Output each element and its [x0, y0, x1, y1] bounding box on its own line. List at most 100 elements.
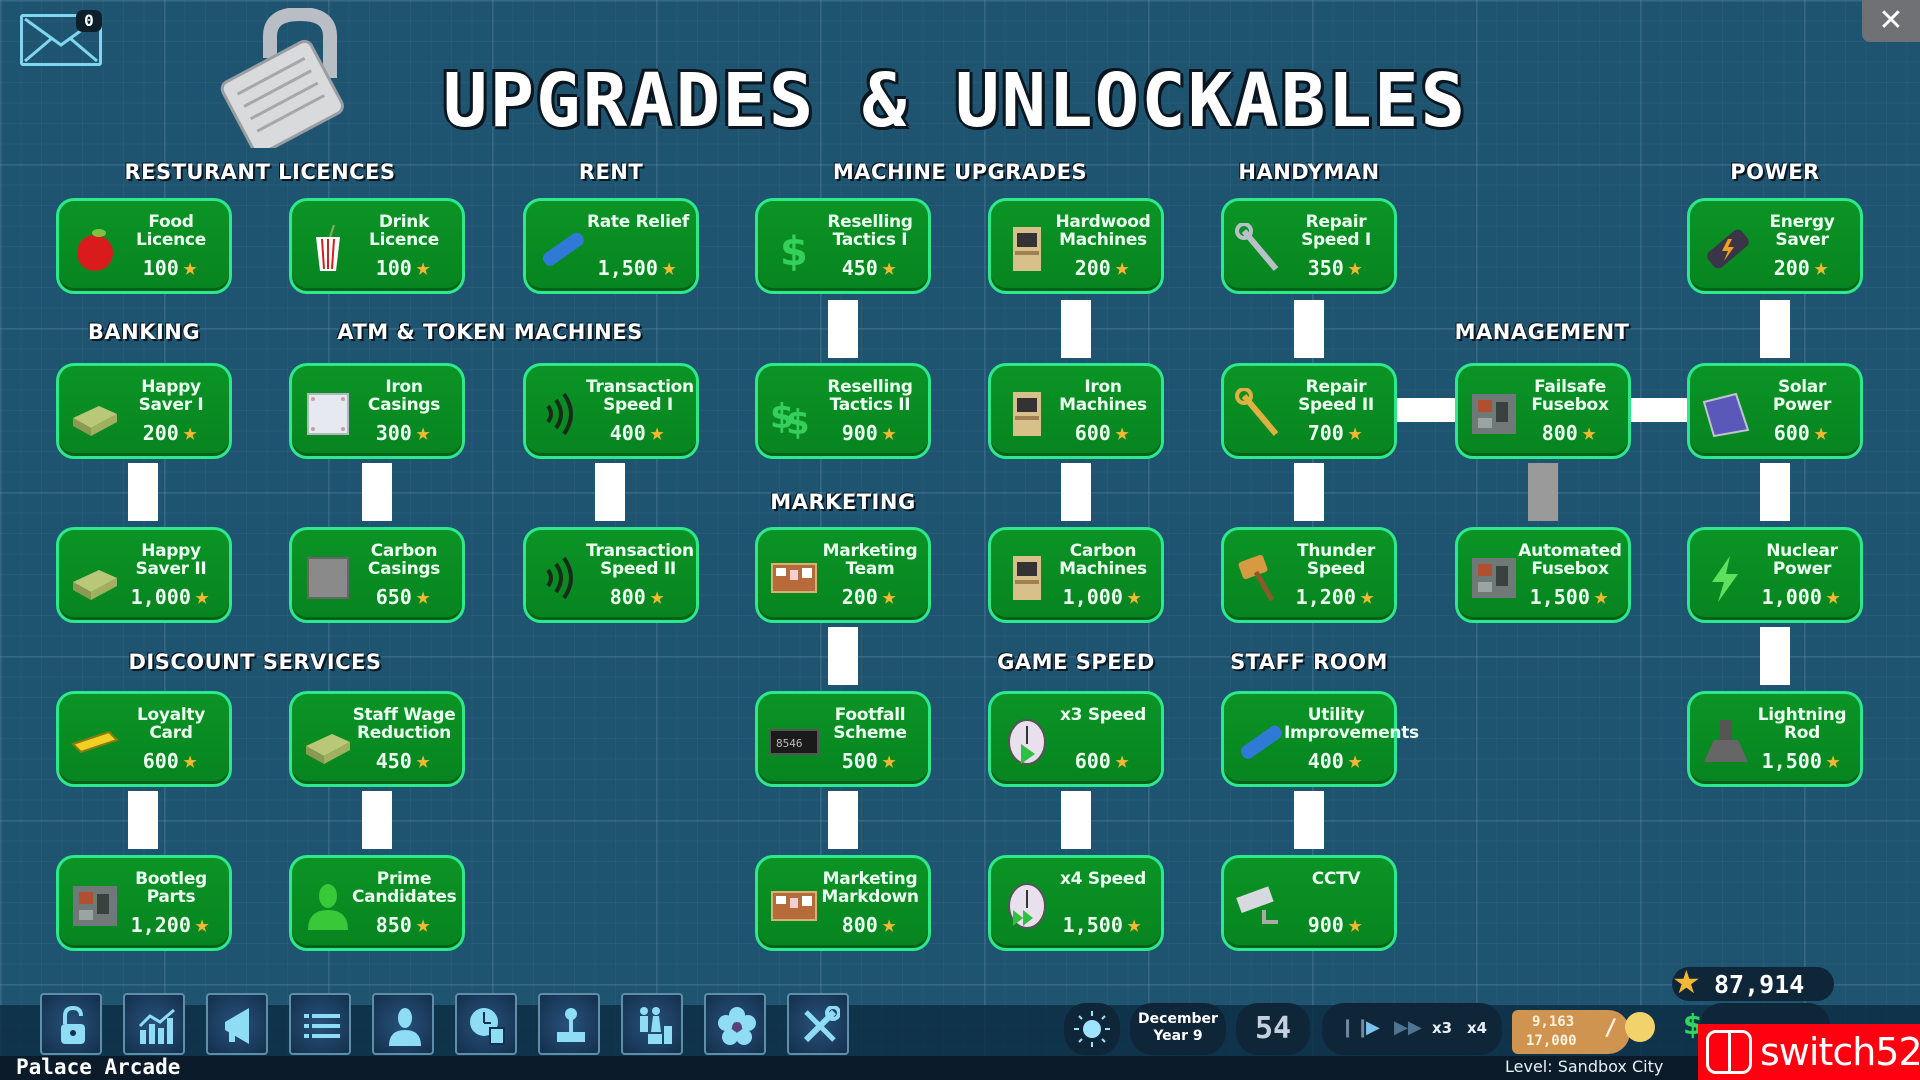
nav-facilities-button[interactable] [621, 993, 683, 1055]
staff-icon [389, 1008, 421, 1046]
visitor-progress: 9,163 17,000 / [1512, 1010, 1630, 1054]
close-button[interactable]: ✕ [1862, 0, 1920, 42]
upgrade-card-reselling-2[interactable]: $ $ Reselling Tactics II 900 ★ [755, 363, 931, 459]
upgrade-card-drink-licence[interactable]: Drink Licence 100 ★ [289, 198, 465, 294]
upgrade-card-nuclear-power[interactable]: Nuclear Power 1,000 ★ [1687, 527, 1863, 623]
upgrade-card-automated-fusebox[interactable]: Automated Fusebox 1,500 ★ [1455, 527, 1631, 623]
upgrade-card-x3-speed[interactable]: x3 Speed 600 ★ [988, 691, 1164, 787]
star-icon: ★ [1126, 910, 1142, 938]
upgrade-card-repair-1[interactable]: Repair Speed I 350 ★ [1221, 198, 1397, 294]
upgrade-price: 850 ★ [352, 910, 454, 938]
nav-machines-button[interactable] [538, 993, 600, 1055]
nav-marketing-button[interactable] [206, 993, 268, 1055]
price-value: 450 [375, 749, 412, 773]
upgrade-card-solar-power[interactable]: Solar Power 600 ★ [1687, 363, 1863, 459]
upgrade-card-hardwood[interactable]: Hardwood Machines 200 ★ [988, 198, 1164, 294]
stars-balance-value: 87,914 [1714, 970, 1805, 999]
upgrade-card-happy-saver-2[interactable]: Happy Saver II 1,000 ★ [56, 527, 232, 623]
upgrade-card-staff-wage[interactable]: Staff Wage Reduction 450 ★ [289, 691, 465, 787]
star-icon: ★ [194, 910, 210, 938]
connector [362, 791, 392, 849]
upgrade-card-loyalty-card[interactable]: Loyalty Card 600 ★ [56, 691, 232, 787]
star-icon: ★ [881, 253, 897, 281]
price-value: 400 [1307, 749, 1344, 773]
connector [828, 791, 858, 849]
upgrade-card-carbon-machines[interactable]: Carbon Machines 1,000 ★ [988, 527, 1164, 623]
nav-staff-button[interactable] [372, 993, 434, 1055]
star-icon: ★ [1347, 418, 1363, 446]
upgrade-card-repair-2[interactable]: Repair Speed II 700 ★ [1221, 363, 1397, 459]
star-icon: ★ [881, 746, 897, 774]
upgrade-price: 450 ★ [352, 746, 454, 774]
upgrade-card-iron-casings[interactable]: Iron Casings 300 ★ [289, 363, 465, 459]
price-value: 900 [1307, 913, 1344, 937]
nav-upgrades-button[interactable] [40, 993, 102, 1055]
arcade-name: Palace Arcade [16, 1055, 181, 1079]
upgrade-price: 800 ★ [818, 910, 920, 938]
connector [128, 463, 158, 521]
connector [1061, 300, 1091, 358]
price-value: 450 [841, 256, 878, 280]
person-icon [308, 884, 348, 930]
fast-forward-button[interactable]: ▶▶ [1394, 1017, 1422, 1038]
price-value: 200 [1074, 256, 1111, 280]
nav-breaks-button[interactable] [455, 993, 517, 1055]
price-value: 350 [1307, 256, 1344, 280]
watermark-text: switch520 [1760, 1030, 1920, 1074]
star-icon: ★ [415, 910, 431, 938]
nav-maintenance-button[interactable] [787, 993, 849, 1055]
star-icon: ★ [1347, 910, 1363, 938]
upgrade-name: Happy Saver II [135, 541, 207, 579]
upgrade-card-lightning-rod[interactable]: Lightning Rod 1,500 ★ [1687, 691, 1863, 787]
upgrade-card-failsafe-fusebox[interactable]: Failsafe Fusebox 800 ★ [1455, 363, 1631, 459]
section-game-speed: GAME SPEED [997, 650, 1155, 674]
upgrade-price: 650 ★ [352, 582, 454, 610]
upgrade-card-happy-saver-1[interactable]: Happy Saver I 200 ★ [56, 363, 232, 459]
svg-text:$: $ [786, 403, 810, 440]
upgrade-name: x4 Speed [1060, 869, 1146, 889]
upgrade-card-marketing-markdown[interactable]: Marketing Markdown 800 ★ [755, 855, 931, 951]
upgrade-name: Food Licence [136, 212, 206, 250]
upgrade-card-transaction-2[interactable]: Transaction Speed II 800 ★ [523, 527, 699, 623]
happiness-icon [1625, 1012, 1655, 1042]
speed-x4-button[interactable]: x4 [1467, 1019, 1487, 1037]
upgrade-card-thunder-speed[interactable]: Thunder Speed 1,200 ★ [1221, 527, 1397, 623]
nav-decor-button[interactable] [704, 993, 766, 1055]
chart-icon [138, 1008, 175, 1044]
play-button[interactable]: ▶ [1366, 1017, 1380, 1038]
upgrade-card-cctv[interactable]: CCTV 900 ★ [1221, 855, 1397, 951]
upgrade-card-prime-candidates[interactable]: Prime Candidates 850 ★ [289, 855, 465, 951]
upgrade-name: Repair Speed II [1298, 377, 1374, 415]
connector [1760, 300, 1790, 358]
star-icon: ★ [1593, 582, 1609, 610]
break-time-icon [470, 1008, 505, 1045]
upgrade-card-bootleg-parts[interactable]: Bootleg Parts 1,200 ★ [56, 855, 232, 951]
upgrade-price: 1,200 ★ [119, 910, 221, 938]
upgrade-card-reselling-1[interactable]: $ Reselling Tactics I 450 ★ [755, 198, 931, 294]
weather-indicator [1064, 1003, 1120, 1055]
upgrade-price: 800 ★ [1518, 418, 1620, 446]
section-staff-room: STAFF ROOM [1230, 650, 1388, 674]
facilities-icon [640, 1007, 672, 1044]
upgrade-card-carbon-casings[interactable]: Carbon Casings 650 ★ [289, 527, 465, 623]
dollar-icon: $ [780, 229, 808, 275]
upgrade-card-iron-machines[interactable]: Iron Machines 600 ★ [988, 363, 1164, 459]
nav-stats-button[interactable] [123, 993, 185, 1055]
upgrade-card-footfall[interactable]: 8546 Footfall Scheme 500 ★ [755, 691, 931, 787]
nav-list-button[interactable] [289, 993, 351, 1055]
section-banking: BANKING [87, 320, 201, 344]
connector [1061, 463, 1091, 521]
upgrade-price: 100 ★ [352, 253, 454, 281]
upgrade-card-marketing-team[interactable]: Marketing Team 200 ★ [755, 527, 931, 623]
section-management: MANAGEMENT [1454, 320, 1630, 344]
speed-x3-button[interactable]: x3 [1432, 1019, 1452, 1037]
megaphone-icon [225, 1008, 249, 1044]
upgrade-card-utility[interactable]: Utility Improvements 400 ★ [1221, 691, 1419, 787]
upgrade-card-x4-speed[interactable]: x4 Speed 1,500 ★ [988, 855, 1164, 951]
upgrade-price: 1,500 ★ [1518, 582, 1620, 610]
upgrade-card-food-licence[interactable]: Food Licence 100 ★ [56, 198, 232, 294]
upgrade-card-rate-relief[interactable]: Rate Relief 1,500 ★ [523, 198, 699, 294]
upgrade-card-transaction-1[interactable]: Transaction Speed I 400 ★ [523, 363, 699, 459]
price-value: 1,200 [130, 913, 191, 937]
upgrade-card-energy-saver[interactable]: Energy Saver 200 ★ [1687, 198, 1863, 294]
